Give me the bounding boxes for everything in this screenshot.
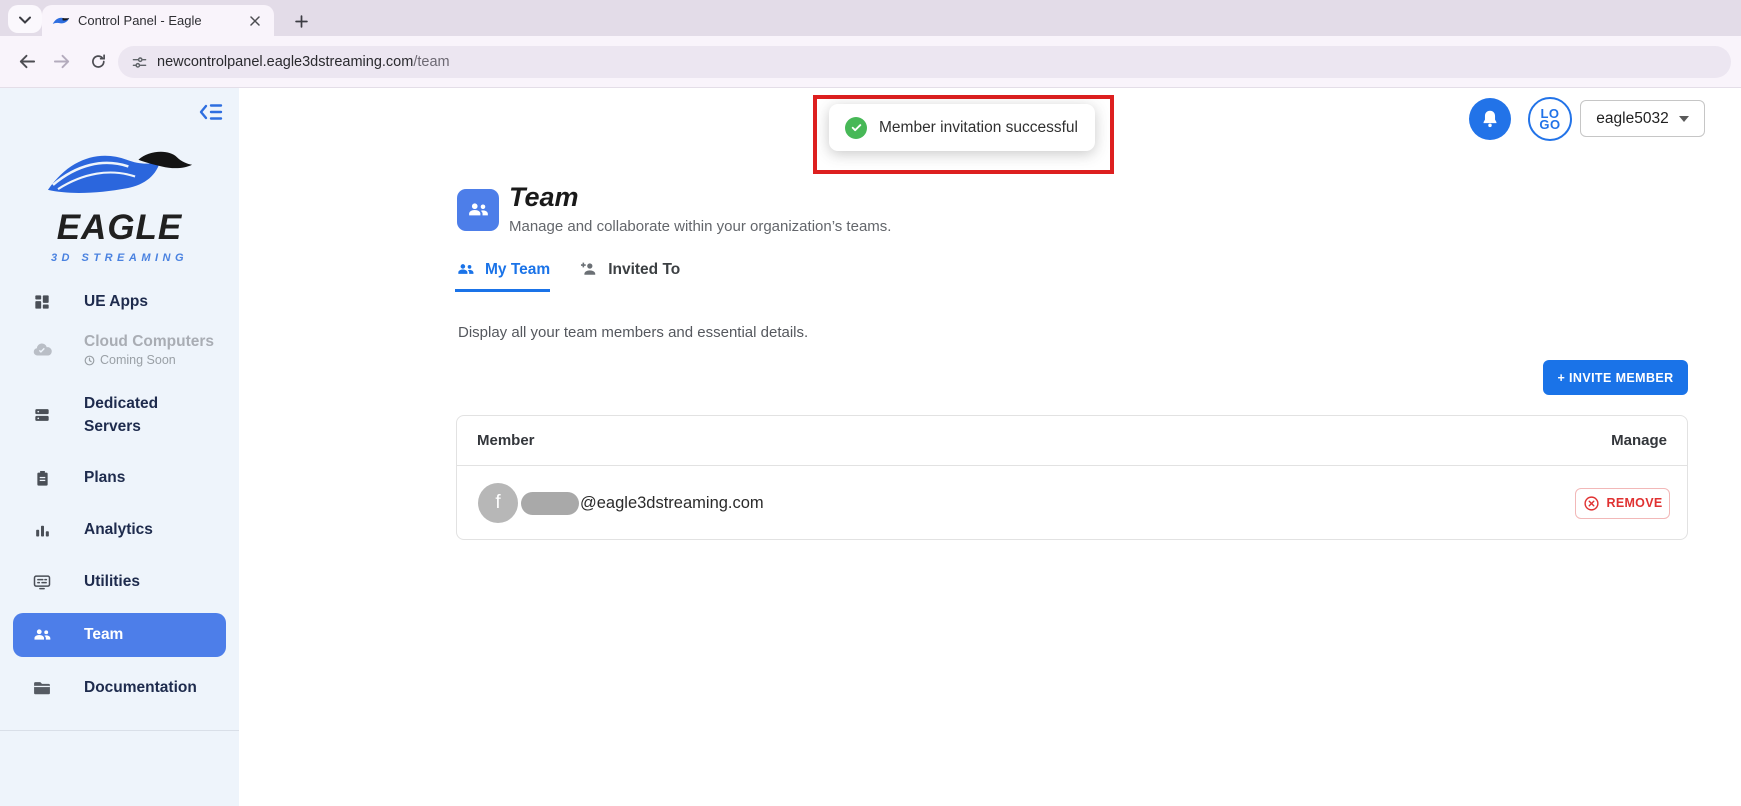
grid-icon bbox=[30, 292, 54, 312]
page-subtitle: Manage and collaborate within your organ… bbox=[509, 218, 891, 235]
check-circle-icon bbox=[845, 117, 867, 139]
account-dropdown[interactable]: eagle5032 bbox=[1580, 100, 1705, 137]
invite-member-button[interactable]: + INVITE MEMBER bbox=[1543, 360, 1688, 395]
tab-label: Invited To bbox=[608, 261, 680, 279]
sidebar: EAGLE 3D STREAMING UE Apps Cloud Compute… bbox=[0, 88, 239, 806]
cloud-check-icon bbox=[30, 339, 54, 361]
table-row: f @eagle3dstreaming.com REMOVE bbox=[457, 466, 1687, 540]
member-column-header: Member bbox=[477, 432, 535, 449]
sidebar-item-label: Team bbox=[84, 626, 123, 644]
back-button[interactable] bbox=[8, 36, 44, 87]
url-text: newcontrolpanel.eagle3dstreaming.com/tea… bbox=[157, 54, 450, 70]
remove-label: REMOVE bbox=[1607, 496, 1663, 510]
tab-label: My Team bbox=[485, 261, 550, 279]
collapse-sidebar-icon[interactable] bbox=[199, 102, 223, 127]
sidebar-item-dedicated-servers[interactable]: Dedicated Servers bbox=[0, 382, 239, 448]
forward-button[interactable] bbox=[44, 36, 80, 87]
url-bar[interactable]: newcontrolpanel.eagle3dstreaming.com/tea… bbox=[118, 46, 1731, 78]
sidebar-item-label: Documentation bbox=[84, 679, 197, 697]
page-title: Team bbox=[509, 182, 579, 213]
browser-window: Control Panel - Eagle newcontrolpanel.ea… bbox=[0, 0, 1741, 806]
org-logo-text-bottom: GO bbox=[1539, 119, 1560, 130]
team-group-icon bbox=[30, 624, 54, 646]
url-path: /team bbox=[413, 54, 449, 70]
sidebar-item-cloud-computers[interactable]: Cloud Computers Coming Soon bbox=[0, 324, 239, 376]
tab-title: Control Panel - Eagle bbox=[78, 13, 238, 28]
person-plus-icon bbox=[578, 259, 599, 280]
member-email: @eagle3dstreaming.com bbox=[580, 494, 764, 513]
chevron-down-icon bbox=[19, 12, 31, 27]
eagle-logo: EAGLE 3D STREAMING bbox=[0, 143, 239, 264]
sidebar-item-analytics[interactable]: Analytics bbox=[0, 508, 239, 552]
success-toast: Member invitation successful bbox=[829, 104, 1095, 151]
sidebar-item-team[interactable]: Team bbox=[13, 613, 226, 657]
sidebar-item-label: UE Apps bbox=[84, 293, 148, 311]
people-icon bbox=[455, 259, 476, 280]
tab-my-team[interactable]: My Team bbox=[455, 259, 550, 292]
sidebar-item-label: Plans bbox=[84, 469, 125, 487]
sidebar-item-utilities[interactable]: Utilities bbox=[0, 560, 239, 604]
clock-icon bbox=[84, 355, 95, 366]
sidebar-divider bbox=[0, 730, 239, 731]
team-tabs: My Team Invited To bbox=[455, 259, 680, 292]
eagle-favicon-icon bbox=[52, 15, 70, 27]
logo-subtitle: 3D STREAMING bbox=[0, 252, 239, 264]
sidebar-item-label: Dedicated Servers bbox=[84, 392, 202, 439]
notifications-bell-button[interactable] bbox=[1469, 98, 1511, 140]
servers-icon bbox=[30, 405, 54, 425]
browser-tab[interactable]: Control Panel - Eagle bbox=[42, 5, 274, 36]
browser-tabstrip: Control Panel - Eagle bbox=[0, 0, 1741, 36]
team-page-icon bbox=[457, 189, 499, 231]
remove-member-button[interactable]: REMOVE bbox=[1575, 488, 1670, 519]
url-domain: newcontrolpanel.eagle3dstreaming.com bbox=[157, 54, 413, 70]
members-table: Member Manage f @eagle3dstreaming.com RE… bbox=[456, 415, 1688, 540]
chevron-down-icon bbox=[1679, 116, 1689, 122]
sidebar-item-plans[interactable]: Plans bbox=[0, 456, 239, 500]
browser-toolbar: newcontrolpanel.eagle3dstreaming.com/tea… bbox=[0, 36, 1741, 88]
main-content: Member invitation successful LO GO eagle… bbox=[239, 88, 1741, 806]
avatar: f bbox=[478, 483, 518, 523]
sidebar-item-ue-apps[interactable]: UE Apps bbox=[0, 280, 239, 324]
table-header-row: Member Manage bbox=[457, 416, 1687, 466]
sidebar-item-label: Cloud Computers bbox=[84, 333, 214, 351]
tune-icon bbox=[132, 55, 147, 70]
clipboard-icon bbox=[30, 469, 54, 488]
sidebar-item-label: Analytics bbox=[84, 521, 153, 539]
bar-chart-icon bbox=[30, 521, 54, 540]
circle-x-icon bbox=[1583, 495, 1600, 512]
org-logo-badge[interactable]: LO GO bbox=[1528, 97, 1572, 141]
sidebar-item-label: Utilities bbox=[84, 573, 140, 591]
tab-close-icon[interactable] bbox=[246, 12, 264, 30]
new-tab-button[interactable] bbox=[288, 8, 314, 34]
sidebar-item-documentation[interactable]: Documentation bbox=[0, 666, 239, 710]
logo-title: EAGLE bbox=[0, 210, 239, 245]
reload-button[interactable] bbox=[80, 36, 116, 87]
page-description: Display all your team members and essent… bbox=[458, 324, 808, 341]
tab-invited-to[interactable]: Invited To bbox=[578, 259, 680, 292]
manage-column-header: Manage bbox=[1611, 432, 1667, 449]
toast-message: Member invitation successful bbox=[879, 119, 1078, 137]
coming-soon-badge: Coming Soon bbox=[84, 353, 214, 367]
account-name: eagle5032 bbox=[1596, 110, 1668, 128]
bell-icon bbox=[1479, 108, 1501, 130]
utilities-display-icon bbox=[30, 572, 54, 592]
eagle-swoosh-icon bbox=[44, 192, 196, 209]
redacted-username bbox=[521, 492, 579, 515]
folder-icon bbox=[30, 678, 54, 698]
tab-search-button[interactable] bbox=[8, 5, 42, 33]
